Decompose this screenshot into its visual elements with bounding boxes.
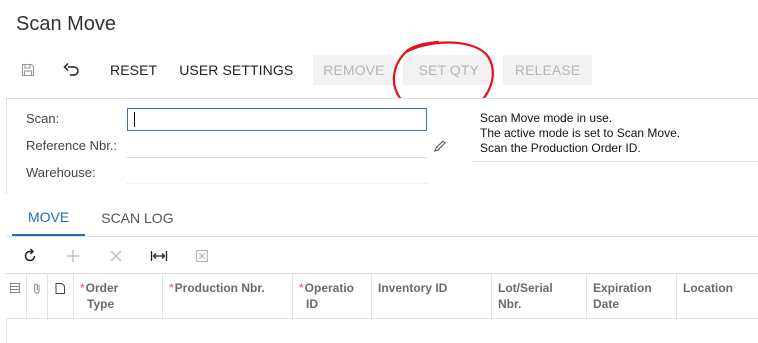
add-row-icon[interactable] [57, 242, 89, 270]
column-label: Production Nbr. [174, 281, 265, 295]
reference-nbr-field[interactable] [127, 136, 427, 158]
grid-left-border [6, 319, 7, 343]
required-marker: * [299, 281, 304, 295]
fit-columns-icon[interactable] [143, 242, 175, 270]
column-label: Expiration [593, 281, 652, 295]
column-label: Order [85, 281, 119, 295]
column-label: Operatio [304, 281, 355, 295]
refresh-icon[interactable] [14, 242, 46, 270]
scan-label: Scan: [26, 111, 60, 126]
grid-header: *Order Type *Production Nbr. *Operatio I… [6, 273, 758, 320]
release-button[interactable]: RELEASE [502, 55, 593, 85]
row-selector-column[interactable] [6, 274, 27, 320]
row-status-icon [10, 283, 20, 293]
tab-scan-log[interactable]: SCAN LOG [85, 200, 189, 236]
pencil-icon[interactable] [433, 139, 447, 153]
attachment-column[interactable] [27, 274, 48, 320]
export-excel-icon[interactable] [186, 242, 218, 270]
main-toolbar: RESET USER SETTINGS REMOVE SET QTY RELEA… [12, 55, 593, 85]
note-icon [55, 283, 65, 294]
column-label: Inventory ID [378, 281, 448, 295]
production-nbr-column[interactable]: *Production Nbr. [163, 274, 293, 320]
undo-icon[interactable] [56, 55, 88, 85]
reset-button[interactable]: RESET [100, 55, 167, 85]
paperclip-icon [34, 283, 40, 294]
warehouse-label: Warehouse: [26, 165, 96, 180]
tab-divider [6, 236, 758, 237]
scan-input[interactable] [127, 108, 427, 131]
form-area: Scan: Reference Nbr.: Warehouse: Scan Mo… [6, 98, 758, 194]
page-title: Scan Move [16, 13, 117, 35]
column-label: Nbr. [498, 297, 522, 311]
column-label: Location [683, 281, 733, 295]
message-line: Scan the Production Order ID. [480, 141, 641, 155]
order-type-column[interactable]: *Order Type [74, 274, 163, 320]
lot-serial-column[interactable]: Lot/Serial Nbr. [492, 274, 587, 320]
remove-button[interactable]: REMOVE [313, 55, 395, 85]
column-label: Lot/Serial [498, 281, 553, 295]
column-label: Type [87, 297, 115, 311]
message-line: The active mode is set to Scan Move. [480, 126, 681, 140]
required-marker: * [169, 281, 174, 295]
inventory-id-column[interactable]: Inventory ID [372, 274, 492, 320]
save-icon[interactable] [12, 55, 44, 85]
reference-nbr-label: Reference Nbr.: [26, 138, 118, 153]
tab-bar: MOVE SCAN LOG [12, 200, 190, 236]
warehouse-field[interactable] [127, 162, 427, 184]
message-line: Scan Move mode in use. [480, 111, 613, 125]
required-marker: * [80, 281, 85, 295]
location-column[interactable]: Location [677, 274, 758, 320]
column-label: Date [593, 297, 620, 311]
delete-row-icon[interactable] [100, 242, 132, 270]
user-settings-button[interactable]: USER SETTINGS [169, 55, 303, 85]
tab-move[interactable]: MOVE [12, 200, 86, 236]
expiration-date-column[interactable]: Expiration Date [587, 274, 677, 320]
grid-toolbar [14, 242, 229, 270]
operation-id-column[interactable]: *Operatio ID [293, 274, 372, 320]
note-column[interactable] [48, 274, 74, 320]
scan-messages: Scan Move mode in use. The active mode i… [480, 111, 680, 156]
text-caret [134, 112, 135, 127]
column-label: ID [306, 297, 318, 311]
